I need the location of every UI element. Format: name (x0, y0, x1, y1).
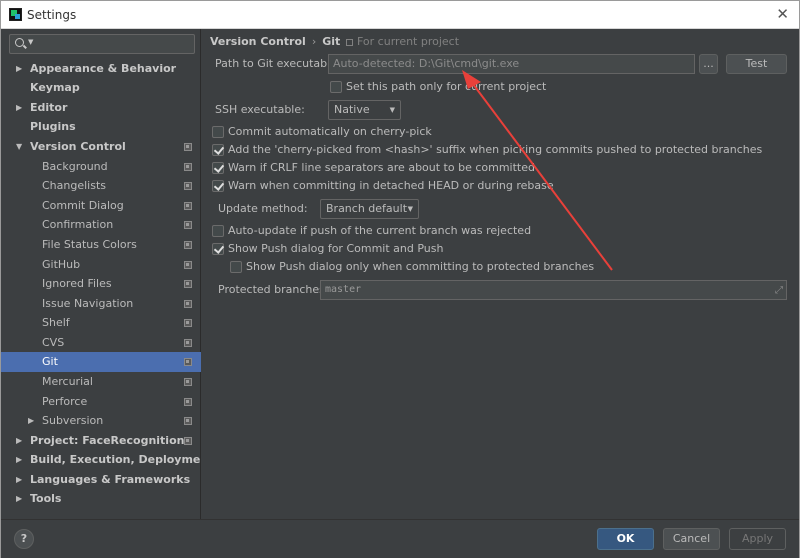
set-path-only-checkbox[interactable]: Set this path only for current project (330, 80, 750, 96)
settings-window: Settings ✕ ▼ ▶ Appearance & Behavior Key… (0, 0, 800, 558)
warn-detached-head-checkbox[interactable]: Warn when committing in detached HEAD or… (212, 179, 712, 195)
sidebar-item-subversion[interactable]: ▶ Subversion (1, 411, 201, 431)
help-button[interactable]: ? (14, 529, 34, 549)
cherry-picked-suffix-checkbox[interactable]: Add the 'cherry-picked from <hash>' suff… (212, 143, 792, 159)
update-method-dropdown[interactable]: Branch default ▼ (320, 199, 419, 219)
project-scope-icon (184, 417, 192, 425)
sidebar-item-commit-dialog[interactable]: Commit Dialog (1, 196, 201, 216)
collapse-arrow-icon[interactable]: ▼ (16, 137, 22, 157)
project-scope-icon (184, 163, 192, 171)
project-scope-icon (346, 38, 353, 46)
breadcrumb: Version Control › Git (210, 33, 340, 51)
expand-arrow-icon[interactable]: ▶ (28, 411, 34, 431)
expand-arrow-icon[interactable]: ▶ (16, 98, 22, 118)
chevron-down-icon[interactable]: ▼ (28, 38, 33, 46)
checkbox-box[interactable] (230, 261, 242, 273)
ssh-executable-label: SSH executable: (215, 103, 305, 116)
expand-arrow-icon[interactable]: ▶ (16, 489, 22, 509)
checkbox-box[interactable] (212, 225, 224, 237)
project-scope-icon (184, 241, 192, 249)
close-icon[interactable]: ✕ (776, 5, 789, 23)
checkbox-box[interactable] (212, 162, 224, 174)
sidebar-item-perforce[interactable]: Perforce (1, 392, 201, 412)
breadcrumb-current: Git (322, 35, 341, 48)
dialog-footer: ? OK Cancel Apply (1, 519, 799, 558)
sidebar-item-file-status-colors[interactable]: File Status Colors (1, 235, 201, 255)
git-path-field[interactable]: Auto-detected: D:\Git\cmd\git.exe (328, 54, 695, 74)
breadcrumb-separator: › (311, 35, 317, 48)
sidebar-item-version-control[interactable]: ▼ Version Control (1, 137, 201, 157)
project-scope-icon (184, 319, 192, 327)
update-method-label: Update method: (218, 202, 308, 215)
expand-arrow-icon[interactable]: ▶ (16, 470, 22, 490)
project-scope-icon (184, 378, 192, 386)
settings-sidebar: ▼ ▶ Appearance & Behavior Keymap ▶ Edito… (1, 29, 213, 519)
sidebar-item-cvs[interactable]: CVS (1, 333, 201, 353)
search-icon (15, 38, 24, 47)
sidebar-item-ignored-files[interactable]: Ignored Files (1, 274, 201, 294)
warn-crlf-checkbox[interactable]: Warn if CRLF line separators are about t… (212, 161, 712, 177)
git-settings-panel: Version Control › Git For current project … (201, 29, 799, 519)
project-scope-icon (184, 280, 192, 288)
project-scope-icon (184, 182, 192, 190)
browse-button[interactable]: ... (699, 54, 718, 74)
sidebar-item-keymap[interactable]: Keymap (1, 78, 201, 98)
sidebar-item-shelf[interactable]: Shelf (1, 313, 201, 333)
chevron-down-icon: ▼ (389, 106, 395, 114)
ssh-executable-dropdown[interactable]: Native ▼ (328, 100, 401, 120)
sidebar-item-github[interactable]: GitHub (1, 255, 201, 275)
project-scope-icon (184, 437, 192, 445)
test-button[interactable]: Test (726, 54, 787, 74)
sidebar-item-project[interactable]: ▶ Project: FaceRecognition (1, 431, 201, 451)
ok-button[interactable]: OK (597, 528, 654, 550)
sidebar-item-tools[interactable]: ▶ Tools (1, 489, 201, 509)
project-scope-icon (184, 358, 192, 366)
path-to-git-label: Path to Git executable: (215, 57, 341, 70)
checkbox-box[interactable] (330, 81, 342, 93)
for-current-project-note: For current project (346, 33, 459, 51)
sidebar-item-mercurial[interactable]: Mercurial (1, 372, 201, 392)
checkbox-box[interactable] (212, 144, 224, 156)
project-scope-icon (184, 202, 192, 210)
sidebar-item-plugins[interactable]: Plugins (1, 117, 201, 137)
project-scope-icon (184, 398, 192, 406)
sidebar-item-appearance-behavior[interactable]: ▶ Appearance & Behavior (1, 59, 201, 79)
apply-button[interactable]: Apply (729, 528, 786, 550)
project-scope-icon (184, 143, 192, 151)
sidebar-item-git[interactable]: Git (1, 352, 201, 372)
expand-arrow-icon[interactable]: ▶ (16, 431, 22, 451)
commit-cherry-pick-checkbox[interactable]: Commit automatically on cherry-pick (212, 125, 712, 141)
auto-update-checkbox[interactable]: Auto-update if push of the current branc… (212, 224, 712, 240)
checkbox-box[interactable] (212, 126, 224, 138)
project-scope-icon (184, 221, 192, 229)
project-scope-icon (184, 261, 192, 269)
title-bar: Settings ✕ (1, 1, 799, 29)
show-push-protected-checkbox[interactable]: Show Push dialog only when committing to… (230, 260, 730, 276)
sidebar-item-background[interactable]: Background (1, 157, 201, 177)
sidebar-item-languages-frameworks[interactable]: ▶ Languages & Frameworks (1, 470, 201, 490)
checkbox-box[interactable] (212, 243, 224, 255)
sidebar-item-changelists[interactable]: Changelists (1, 176, 201, 196)
expand-icon[interactable]: ⤢ (775, 282, 783, 300)
project-scope-icon (184, 339, 192, 347)
expand-arrow-icon[interactable]: ▶ (16, 450, 22, 470)
breadcrumb-parent[interactable]: Version Control (210, 35, 306, 48)
sidebar-item-issue-navigation[interactable]: Issue Navigation (1, 294, 201, 314)
pycharm-app-icon (9, 8, 22, 21)
cancel-button[interactable]: Cancel (663, 528, 720, 550)
checkbox-box[interactable] (212, 180, 224, 192)
protected-branches-label: Protected branches: (218, 283, 329, 296)
project-scope-icon (184, 300, 192, 308)
search-input[interactable]: ▼ (9, 34, 195, 54)
show-push-dialog-checkbox[interactable]: Show Push dialog for Commit and Push (212, 242, 712, 258)
window-title: Settings (27, 8, 77, 22)
expand-arrow-icon[interactable]: ▶ (16, 59, 22, 79)
chevron-down-icon: ▼ (407, 205, 413, 213)
sidebar-item-confirmation[interactable]: Confirmation (1, 215, 201, 235)
sidebar-item-editor[interactable]: ▶ Editor (1, 98, 201, 118)
sidebar-item-build-execution-deployment[interactable]: ▶ Build, Execution, Deployment (1, 450, 213, 470)
protected-branches-field[interactable]: master ⤢ (320, 280, 787, 300)
